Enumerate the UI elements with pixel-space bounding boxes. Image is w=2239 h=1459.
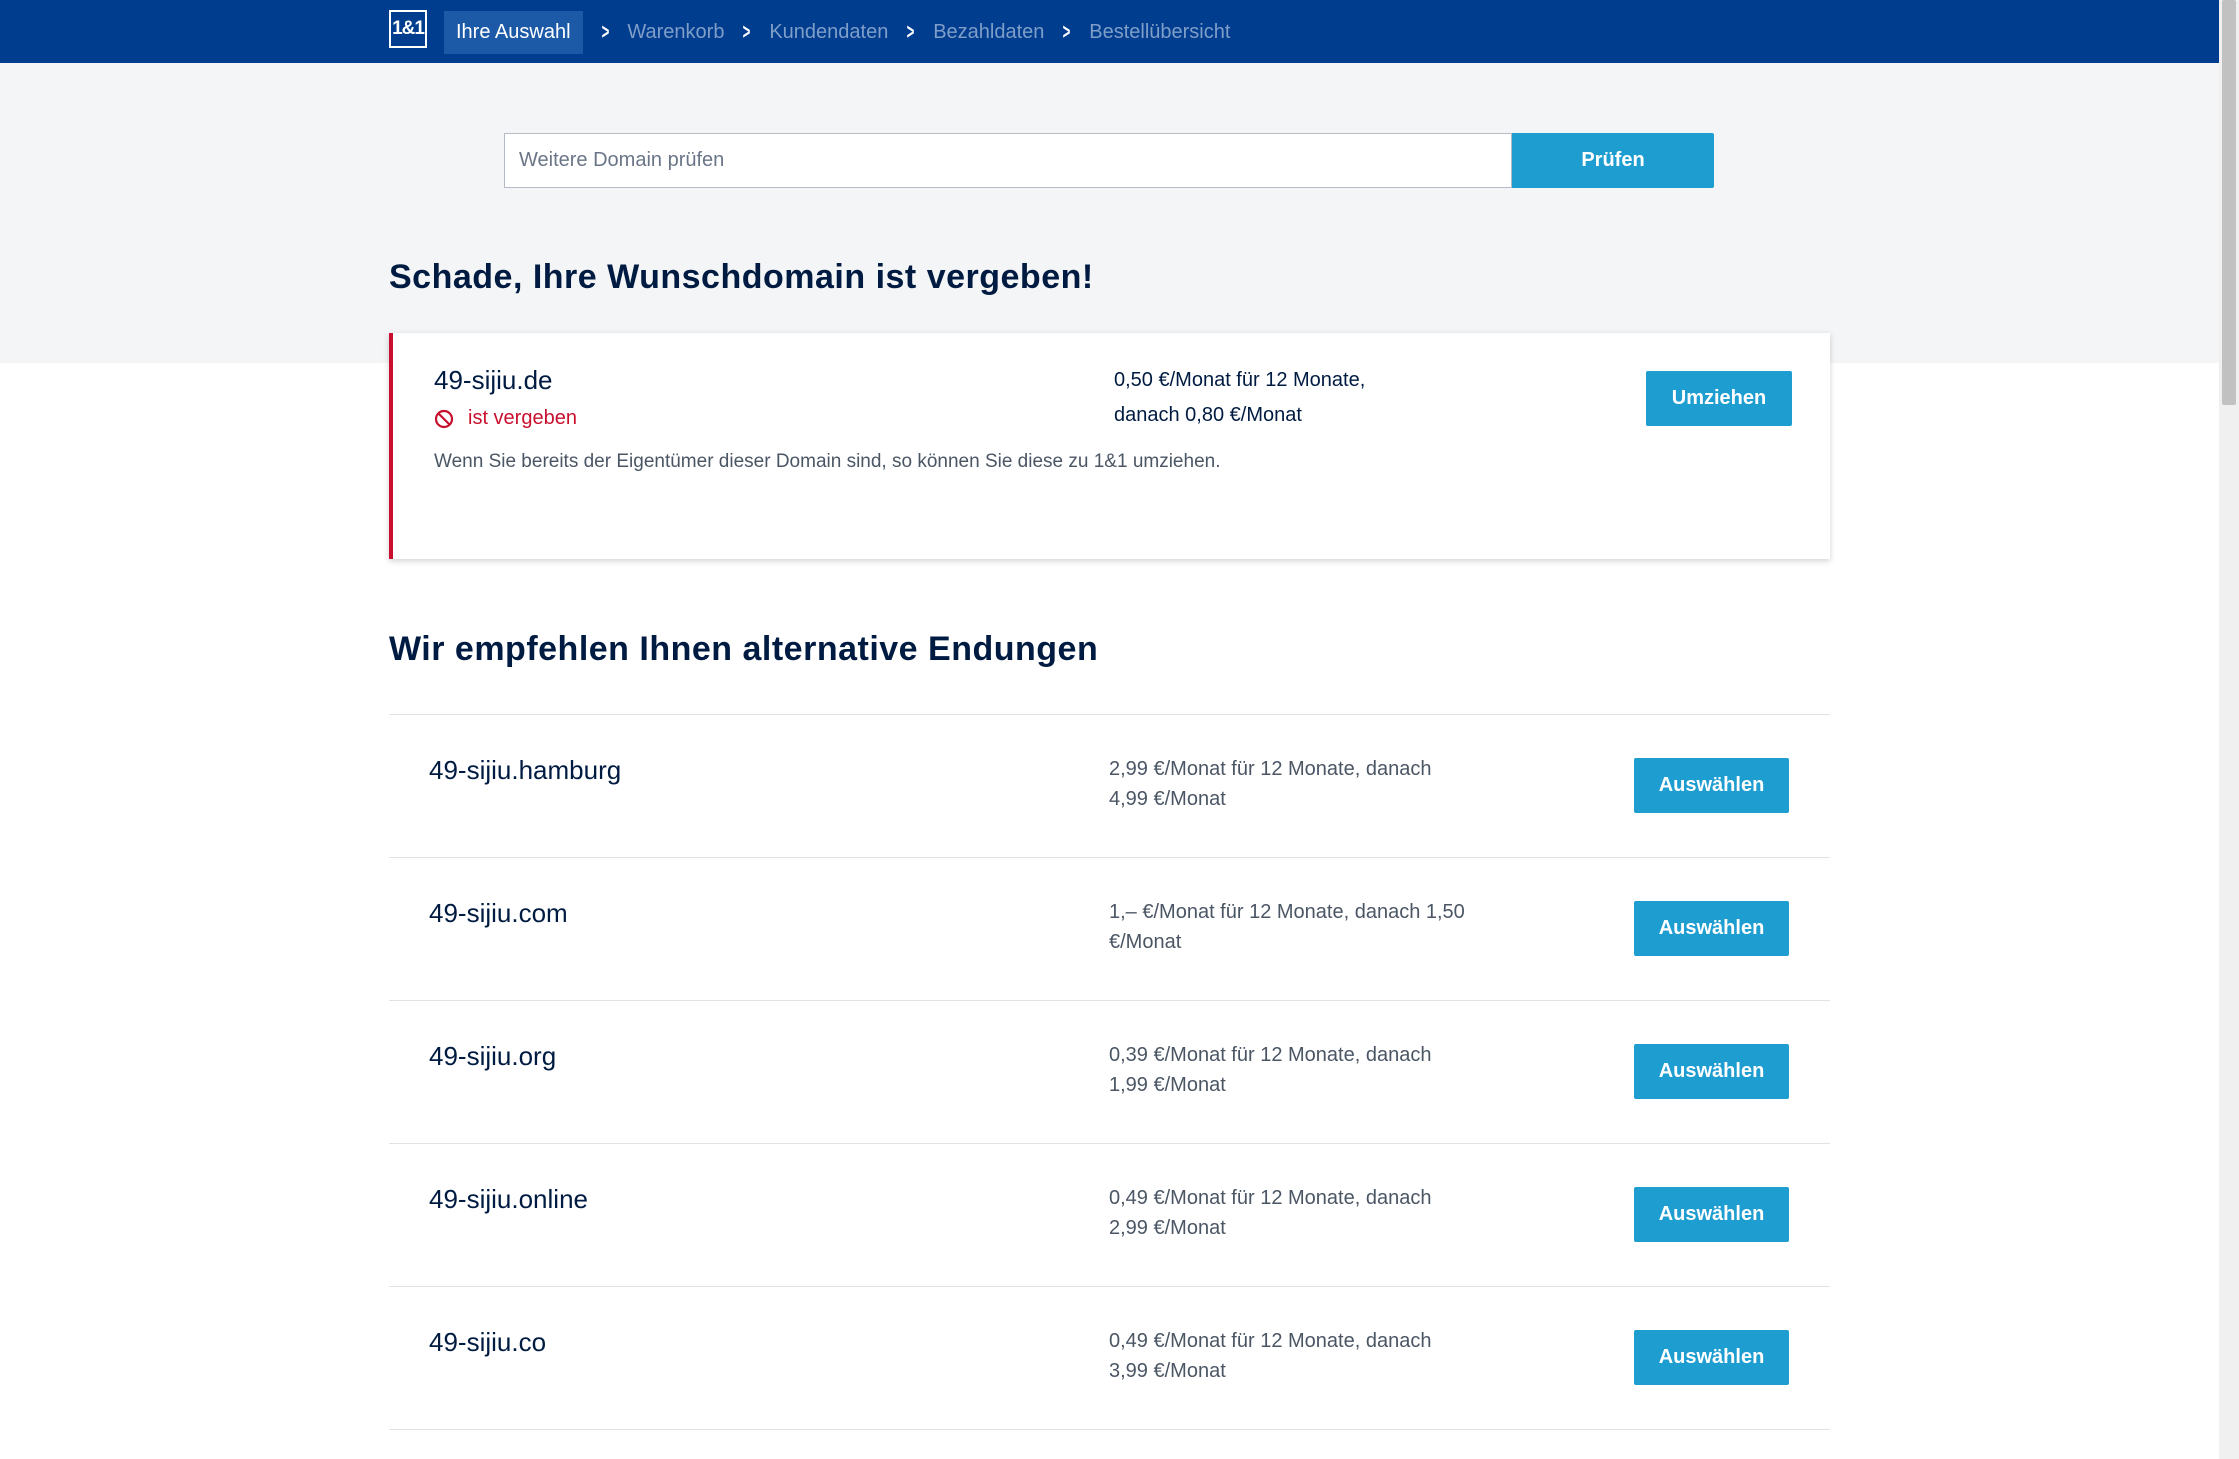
price-line-2: danach 0,80 €/Monat <box>1114 404 1302 426</box>
search-section-background <box>0 63 2219 363</box>
step-ihre-auswahl[interactable]: Ihre Auswahl <box>444 10 583 54</box>
taken-heading: Schade, Ihre Wunschdomain ist vergeben! <box>389 258 1094 296</box>
transfer-button[interactable]: Umziehen <box>1646 371 1792 426</box>
list-item: 49-sijiu.hamburg 2,99 €/Monat für 12 Mon… <box>389 714 1830 857</box>
select-domain-button[interactable]: Auswählen <box>1634 901 1789 956</box>
step-bestelluebersicht[interactable]: Bestellübersicht <box>1089 21 1230 44</box>
select-domain-button[interactable]: Auswählen <box>1634 1044 1789 1099</box>
checkout-steps: Ihre Auswahl > Warenkorb > Kundendaten >… <box>444 10 1230 54</box>
vertical-scrollbar[interactable] <box>2219 0 2239 1459</box>
taken-domain-card: 49-sijiu.de ist vergeben Wenn Sie bereit… <box>389 333 1830 559</box>
forbidden-icon <box>434 409 454 428</box>
domain-status-label: ist vergeben <box>468 407 577 429</box>
alternative-domains-list: 49-sijiu.hamburg 2,99 €/Monat für 12 Mon… <box>389 714 1830 1430</box>
list-item: 49-sijiu.online 0,49 €/Monat für 12 Mona… <box>389 1143 1830 1286</box>
step-kundendaten[interactable]: Kundendaten <box>769 21 888 44</box>
step-bezahldaten[interactable]: Bezahldaten <box>933 21 1044 44</box>
domain-price: 2,99 €/Monat für 12 Monate, danach 4,99 … <box>1109 758 1432 810</box>
select-domain-button[interactable]: Auswählen <box>1634 1187 1789 1242</box>
domain-name: 49-sijiu.com <box>429 898 568 928</box>
list-item: 49-sijiu.co 0,49 €/Monat für 12 Monate, … <box>389 1286 1830 1430</box>
taken-domain-name: 49-sijiu.de <box>434 365 553 395</box>
list-item: 49-sijiu.org 0,39 €/Monat für 12 Monate,… <box>389 1000 1830 1143</box>
taken-domain-price: 0,50 €/Monat für 12 Monate, danach 0,80 … <box>1114 363 1434 433</box>
brand-logo[interactable]: 1&1 <box>389 10 427 48</box>
domain-name: 49-sijiu.org <box>429 1041 557 1071</box>
chevron-right-icon: > <box>743 19 751 44</box>
domain-search: Prüfen <box>504 133 1714 188</box>
domain-name: 49-sijiu.online <box>429 1184 588 1214</box>
chevron-right-icon: > <box>601 19 609 44</box>
domain-price: 1,– €/Monat für 12 Monate, danach 1,50 €… <box>1109 901 1465 953</box>
domain-name: 49-sijiu.hamburg <box>429 755 622 785</box>
scrollbar-thumb[interactable] <box>2222 0 2236 405</box>
check-domain-button[interactable]: Prüfen <box>1512 133 1714 188</box>
alternatives-heading: Wir empfehlen Ihnen alternative Endungen <box>389 630 1099 668</box>
domain-name: 49-sijiu.co <box>429 1327 547 1357</box>
domain-price: 0,49 €/Monat für 12 Monate, danach 2,99 … <box>1109 1187 1432 1239</box>
step-warenkorb[interactable]: Warenkorb <box>627 21 724 44</box>
chevron-right-icon: > <box>1062 19 1071 44</box>
price-line-1: 0,50 €/Monat für 12 Monate, <box>1114 369 1366 391</box>
list-item: 49-sijiu.com 1,– €/Monat für 12 Monate, … <box>389 857 1830 1000</box>
chevron-right-icon: > <box>906 19 915 44</box>
domain-status: ist vergeben <box>434 407 577 430</box>
domain-search-input[interactable] <box>504 133 1512 188</box>
page: 1&1 Ihre Auswahl > Warenkorb > Kundendat… <box>0 0 2219 1459</box>
domain-price: 0,39 €/Monat für 12 Monate, danach 1,99 … <box>1109 1044 1432 1096</box>
top-navigation-bar: 1&1 Ihre Auswahl > Warenkorb > Kundendat… <box>0 0 2219 63</box>
select-domain-button[interactable]: Auswählen <box>1634 758 1789 813</box>
transfer-info: Wenn Sie bereits der Eigentümer dieser D… <box>434 451 1221 472</box>
domain-price: 0,49 €/Monat für 12 Monate, danach 3,99 … <box>1109 1330 1432 1382</box>
select-domain-button[interactable]: Auswählen <box>1634 1330 1789 1385</box>
